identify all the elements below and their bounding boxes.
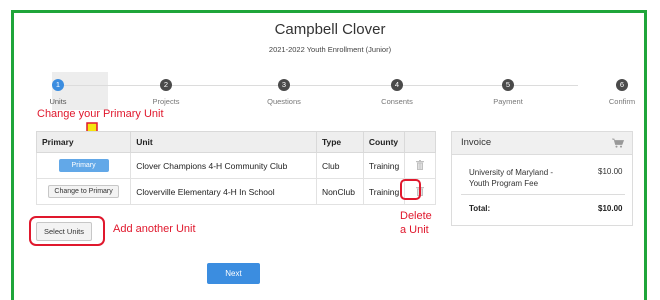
enrollment-stepper: 1 Units 2 Projects 3 Questions 4 Consent… <box>30 72 640 112</box>
annotation-change-primary: Change your Primary Unit <box>37 108 164 120</box>
unit-cell: Clover Champions 4-H Community Club <box>130 152 317 179</box>
delete-unit-highlight <box>400 179 421 200</box>
trash-icon[interactable] <box>416 159 425 170</box>
stepper-line <box>63 85 578 86</box>
header-primary: Primary <box>35 131 132 153</box>
units-table: Primary Unit Type County Primary Clover … <box>35 131 436 205</box>
type-cell: NonClub <box>315 178 364 205</box>
page-subtitle: 2021-2022 Youth Enrollment (Junior) <box>268 45 392 54</box>
primary-button[interactable]: Primary <box>58 159 109 172</box>
invoice-item-line1: University of Maryland - <box>469 168 554 177</box>
header-type: Type <box>315 131 364 153</box>
step-2-circle[interactable]: 2 <box>160 79 172 91</box>
step-3-circle[interactable]: 3 <box>278 79 290 91</box>
step-1-label[interactable]: Units <box>18 97 98 106</box>
primary-cell: Change to Primary <box>35 178 132 205</box>
annotation-add-unit: Add another Unit <box>113 223 196 235</box>
type-cell: Club <box>315 152 364 179</box>
annotation-delete: Delete a Unit <box>400 209 432 237</box>
annotation-delete-line1: Delete <box>400 210 432 222</box>
step-3-label[interactable]: Questions <box>244 97 324 106</box>
step-4-circle[interactable]: 4 <box>391 79 403 91</box>
step-6-label[interactable]: Confirm <box>582 97 660 106</box>
next-button[interactable]: Next <box>207 263 260 284</box>
annotation-delete-line2: a Unit <box>400 224 429 236</box>
table-row: Primary Clover Champions 4-H Community C… <box>35 152 436 179</box>
invoice-item-name: University of Maryland - Youth Program F… <box>469 167 569 189</box>
invoice-item-line2: Youth Program Fee <box>469 179 539 188</box>
unit-cell: Cloverville Elementary 4-H In School <box>130 178 317 205</box>
table-row: Change to Primary Cloverville Elementary… <box>35 178 436 205</box>
header-actions <box>404 131 436 153</box>
county-cell: Training <box>362 152 406 179</box>
page-title: Campbell Clover <box>274 21 386 38</box>
change-to-primary-button[interactable]: Change to Primary <box>48 185 119 198</box>
county-cell: Training <box>362 178 406 205</box>
step-1-circle[interactable]: 1 <box>52 79 64 91</box>
invoice-total-label: Total: <box>469 204 491 213</box>
table-header-row: Primary Unit Type County <box>35 131 436 153</box>
step-2-label[interactable]: Projects <box>126 97 206 106</box>
invoice-item-price: $10.00 <box>598 167 623 176</box>
invoice-header: Invoice <box>452 132 632 155</box>
invoice-divider <box>461 194 625 195</box>
invoice-total-value: $10.00 <box>598 204 623 213</box>
actions-cell <box>404 152 436 179</box>
invoice-title: Invoice <box>461 137 492 148</box>
header-county: County <box>362 131 406 153</box>
step-5-label[interactable]: Payment <box>468 97 548 106</box>
primary-cell: Primary <box>35 152 132 179</box>
step-5-circle[interactable]: 5 <box>502 79 514 91</box>
step-6-circle[interactable]: 6 <box>616 79 628 91</box>
select-units-button[interactable]: Select Units <box>36 222 93 241</box>
shopping-cart-icon <box>612 138 624 148</box>
header-unit: Unit <box>130 131 317 153</box>
step-4-label[interactable]: Consents <box>357 97 437 106</box>
invoice-panel: Invoice University of Maryland - Youth P… <box>451 131 633 226</box>
